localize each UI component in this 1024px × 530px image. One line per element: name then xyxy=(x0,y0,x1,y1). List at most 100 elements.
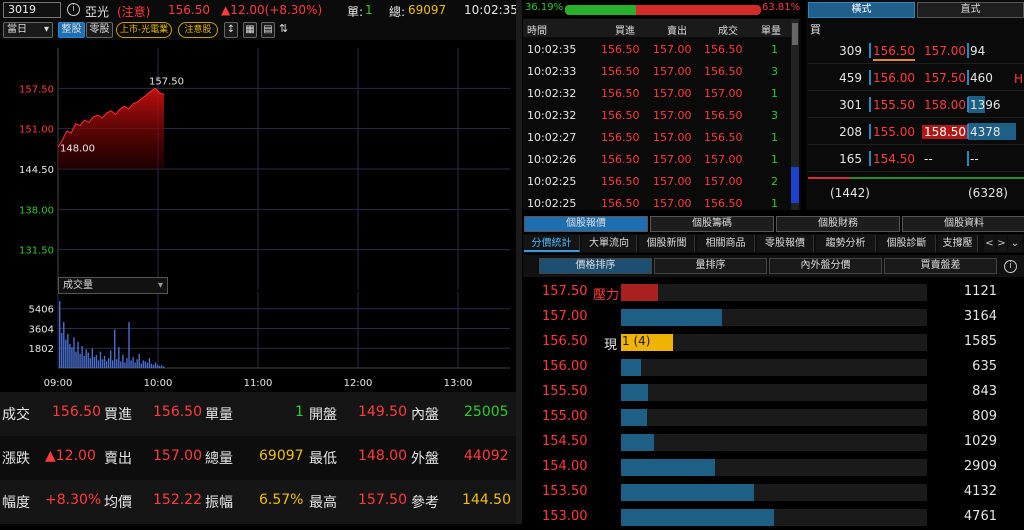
notice-badge[interactable]: 注意股 xyxy=(178,22,218,38)
current-volume-text: 1 (4) xyxy=(622,334,651,348)
orderbook-row[interactable]: 301 155.50 158.00 1396 xyxy=(808,91,1024,118)
scroll-thumb[interactable] xyxy=(792,23,798,45)
sort-tab[interactable]: 價格排序 xyxy=(539,258,652,274)
pane-divider[interactable] xyxy=(516,0,522,524)
dist-price: 153.00 xyxy=(542,509,588,524)
stat-value: 1 xyxy=(295,404,304,420)
sort-icon[interactable]: ⇅ xyxy=(279,22,288,35)
tick-cell: 157.00 xyxy=(653,197,692,210)
tick-cell: 156.50 xyxy=(601,43,640,56)
tab-whole-share[interactable]: 整股 xyxy=(58,22,85,38)
volume-bar xyxy=(85,349,87,368)
sort-tab[interactable]: 買賣盤差 xyxy=(884,258,997,274)
chevron-down-icon: ▾ xyxy=(157,280,163,291)
bid-qty: 208 xyxy=(839,125,862,139)
ask-price: 158.50 xyxy=(922,125,968,139)
sub-tab[interactable]: 個股診斷 xyxy=(878,235,936,252)
grid-icon[interactable]: ▦ xyxy=(243,22,257,38)
tab-vertical[interactable]: 直式 xyxy=(917,2,1024,18)
stat-label: 幅度 xyxy=(2,495,30,511)
period-select[interactable]: 當日 ▾ xyxy=(3,22,53,38)
sort-tab[interactable]: 內外盤分價 xyxy=(769,258,882,274)
scroll-marker xyxy=(791,167,799,203)
bid-price: 156.00 xyxy=(873,71,915,85)
info-tab[interactable]: 個股資料 xyxy=(902,216,1024,232)
stat-label: 賣出 xyxy=(104,451,132,467)
orderbook-row[interactable]: 459 156.00 157.50 460 xyxy=(808,64,1024,91)
orderbook-row[interactable]: 165 154.50 -- -- xyxy=(808,145,1024,172)
volume-bar xyxy=(81,346,83,368)
stat-label: 開盤 xyxy=(309,407,337,423)
tick-cell: 10:02:25 xyxy=(527,197,577,210)
chevron-right-icon[interactable]: > xyxy=(996,235,1007,252)
dist-price: 156.00 xyxy=(542,359,588,374)
sub-tab[interactable]: 趨勢分析 xyxy=(816,235,876,252)
depth-marker xyxy=(869,151,871,166)
ratio-track xyxy=(565,5,761,15)
ask-qty-cell: -- xyxy=(968,150,1016,167)
chart-icon[interactable]: ▤ xyxy=(261,22,275,38)
ask-qty: 4378 xyxy=(970,125,1001,139)
volume-bar xyxy=(124,362,126,368)
tick-cell: 157.00 xyxy=(653,131,692,144)
orderbook-row[interactable]: 309 156.50 157.00 94 xyxy=(808,37,1024,64)
stat-label: 外盤 xyxy=(411,451,439,467)
price-dist-row: 156.50 現 1 (4) 1585 xyxy=(523,330,1024,355)
stats-row: 成交 156.50 買進 156.50 單量 1 開盤 149.50 內盤 25… xyxy=(0,392,516,436)
tab-horizontal[interactable]: 橫式 xyxy=(808,2,915,18)
volume-tick-label: 5406 xyxy=(29,305,54,316)
volume-bar xyxy=(75,351,77,368)
info-tab[interactable]: 個股籌碼 xyxy=(650,216,774,232)
market-badge[interactable]: 上市-光電業 xyxy=(116,22,172,38)
volume-indicator-select[interactable]: 成交量 ▾ xyxy=(58,277,168,294)
dist-bar xyxy=(621,459,715,476)
ask-qty: 94 xyxy=(970,44,986,58)
dist-bar-track xyxy=(621,359,927,376)
sub-tab[interactable]: 零股報價 xyxy=(757,235,814,252)
dist-volume: 2909 xyxy=(963,459,997,474)
tick-cell: 1 xyxy=(771,43,778,56)
info-icon[interactable]: i xyxy=(1004,260,1017,273)
bid-price: 155.50 xyxy=(873,98,915,112)
stat-label: 最低 xyxy=(309,451,337,467)
tick-cell: 3 xyxy=(771,109,778,122)
price-dist-row: 157.50 壓力 1121 xyxy=(523,280,1024,305)
chevron-down-icon[interactable]: ⌄ xyxy=(1008,235,1022,252)
orderbook-row[interactable]: 208 155.00 158.50 4378 xyxy=(808,118,1024,145)
sub-tab[interactable]: 支撐壓 xyxy=(938,235,978,252)
ticks-scrollbar[interactable] xyxy=(791,19,799,210)
tick-cell: 156.50 xyxy=(704,43,743,56)
price-dist-row: 155.50 843 xyxy=(523,380,1024,405)
bid-price: 156.50 xyxy=(873,44,915,61)
sort-tab[interactable]: 量排序 xyxy=(654,258,767,274)
sub-tab[interactable]: 相關商品 xyxy=(697,235,755,252)
y-tick-label: 157.50 xyxy=(19,84,54,95)
sub-tab[interactable]: 分價統計 xyxy=(524,235,580,252)
volume-bar xyxy=(105,361,108,368)
intraday-chart[interactable]: 157.50 151.00 144.50 138.00 131.50 157.50 148… xyxy=(0,42,516,392)
info-tab[interactable]: 個股財務 xyxy=(776,216,900,232)
tab-odd-lot[interactable]: 零股 xyxy=(86,22,113,38)
expand-icon[interactable]: ↕ xyxy=(224,22,238,38)
tick-cell: 157.00 xyxy=(704,87,743,100)
volume-bar xyxy=(95,354,98,368)
tick-cell: 10:02:26 xyxy=(527,153,577,166)
price-dist-row: 157.00 3164 xyxy=(523,305,1024,330)
total-volume: 69097 xyxy=(408,3,447,17)
side-label: H xyxy=(1014,72,1024,86)
dist-volume: 1585 xyxy=(963,334,997,349)
tick-cell: 156.50 xyxy=(601,131,640,144)
tick-cell: 156.50 xyxy=(601,65,640,78)
stat-value: 25005 xyxy=(464,404,509,420)
sub-tab[interactable]: 大單流向 xyxy=(582,235,637,252)
stat-value: 69097 xyxy=(259,448,304,464)
info-icon[interactable]: i xyxy=(67,3,80,16)
chevron-left-icon[interactable]: < xyxy=(984,235,995,252)
volume-bar xyxy=(77,341,79,368)
info-tab[interactable]: 個股報價 xyxy=(524,216,648,232)
volume-bar xyxy=(101,359,104,368)
tick-cell: 10:02:27 xyxy=(527,131,577,144)
sub-tab[interactable]: 個股新聞 xyxy=(639,235,695,252)
tick-cell: 10:02:33 xyxy=(527,65,577,78)
stock-code-input[interactable]: 3019 xyxy=(3,2,61,18)
